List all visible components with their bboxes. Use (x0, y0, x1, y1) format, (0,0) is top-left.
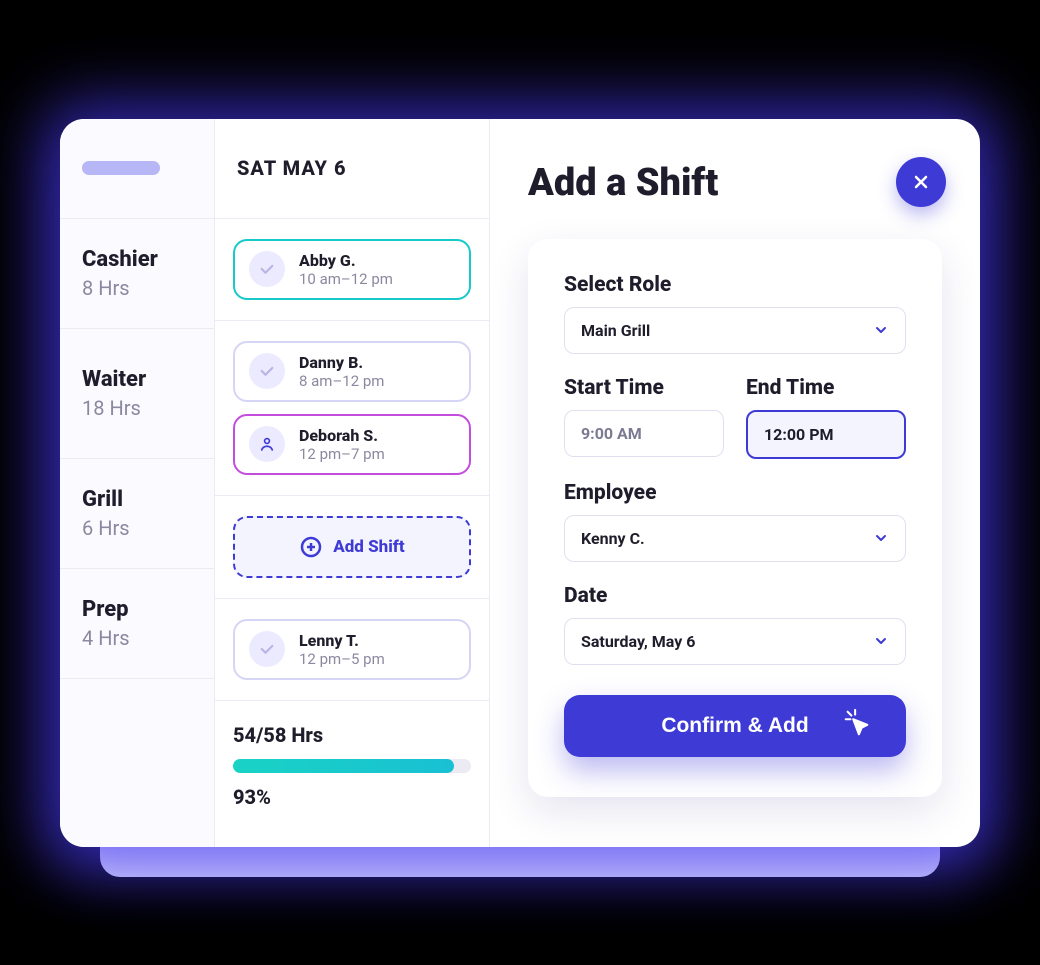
date-select[interactable]: Saturday, May 6 (564, 618, 906, 665)
shift-card[interactable]: Deborah S. 12 pm–7 pm (233, 414, 471, 475)
start-time-value: 9:00 AM (581, 424, 642, 443)
shift-time: 8 am–12 pm (299, 372, 384, 390)
role-hours: 4 Hrs (82, 626, 192, 650)
shift-name: Danny B. (299, 353, 384, 372)
schedule-grid: Cashier 8 Hrs Waiter 18 Hrs Grill 6 Hrs … (60, 119, 490, 847)
role-hours: 18 Hrs (82, 396, 192, 420)
shift-time: 12 pm–5 pm (299, 650, 385, 668)
end-time-input[interactable]: 12:00 PM (746, 410, 906, 459)
employee-select[interactable]: Kenny C. (564, 515, 906, 562)
add-shift-button[interactable]: Add Shift (233, 516, 471, 578)
date-label: Date (564, 584, 906, 608)
progress-bar (233, 759, 471, 773)
role-waiter[interactable]: Waiter 18 Hrs (60, 329, 214, 459)
shift-time: 10 am–12 pm (299, 270, 393, 288)
role-value: Main Grill (581, 321, 650, 340)
day-cell-grill: Add Shift (215, 496, 489, 599)
hours-summary: 54/58 Hrs 93% (215, 701, 489, 841)
check-icon (249, 251, 285, 287)
chevron-down-icon (873, 633, 889, 649)
role-select[interactable]: Main Grill (564, 307, 906, 354)
scheduling-card: Cashier 8 Hrs Waiter 18 Hrs Grill 6 Hrs … (60, 119, 980, 847)
shift-name: Deborah S. (299, 426, 385, 445)
roles-header (60, 119, 214, 219)
date-value: Saturday, May 6 (581, 632, 695, 651)
role-name: Prep (82, 597, 192, 622)
summary-ratio: 54/58 Hrs (233, 723, 471, 747)
day-cell-waiter: Danny B. 8 am–12 pm Deborah S. 12 pm–7 p… (215, 321, 489, 496)
end-time-value: 12:00 PM (764, 425, 834, 444)
plus-circle-icon (299, 535, 323, 559)
role-cashier[interactable]: Cashier 8 Hrs (60, 219, 214, 329)
role-hours: 8 Hrs (82, 276, 192, 300)
close-button[interactable] (896, 157, 946, 207)
check-icon (249, 631, 285, 667)
progress-fill (233, 759, 454, 773)
shift-card[interactable]: Lenny T. 12 pm–5 pm (233, 619, 471, 680)
role-name: Grill (82, 487, 192, 512)
role-name: Cashier (82, 247, 192, 272)
day-cell-prep: Lenny T. 12 pm–5 pm (215, 599, 489, 701)
shift-name: Lenny T. (299, 631, 385, 650)
confirm-label: Confirm & Add (661, 714, 808, 738)
panel-title: Add a Shift (528, 161, 942, 205)
check-icon (249, 353, 285, 389)
day-label: SAT MAY 6 (237, 156, 347, 180)
add-shift-panel: Add a Shift Select Role Main Grill Start… (490, 119, 980, 847)
chevron-down-icon (873, 530, 889, 546)
chevron-down-icon (873, 322, 889, 338)
placeholder-pill (82, 161, 160, 175)
confirm-add-button[interactable]: Confirm & Add (564, 695, 906, 757)
shift-form: Select Role Main Grill Start Time 9:00 A… (528, 239, 942, 797)
shift-time: 12 pm–7 pm (299, 445, 385, 463)
end-time-label: End Time (746, 376, 906, 400)
shift-card[interactable]: Abby G. 10 am–12 pm (233, 239, 471, 300)
role-grill[interactable]: Grill 6 Hrs (60, 459, 214, 569)
role-label: Select Role (564, 273, 906, 297)
shift-card[interactable]: Danny B. 8 am–12 pm (233, 341, 471, 402)
close-icon (911, 172, 931, 192)
shift-name: Abby G. (299, 251, 393, 270)
role-name: Waiter (82, 367, 192, 392)
start-time-label: Start Time (564, 376, 724, 400)
role-hours: 6 Hrs (82, 516, 192, 540)
roles-column: Cashier 8 Hrs Waiter 18 Hrs Grill 6 Hrs … (60, 119, 215, 847)
employee-label: Employee (564, 481, 906, 505)
day-header: SAT MAY 6 (215, 119, 489, 219)
role-prep[interactable]: Prep 4 Hrs (60, 569, 214, 679)
day-column: SAT MAY 6 Abby G. 10 am–12 pm (215, 119, 489, 847)
employee-value: Kenny C. (581, 529, 645, 548)
day-cell-cashier: Abby G. 10 am–12 pm (215, 219, 489, 321)
summary-percent: 93% (233, 785, 471, 809)
cursor-click-icon (842, 708, 872, 744)
person-icon (249, 426, 285, 462)
start-time-input[interactable]: 9:00 AM (564, 410, 724, 457)
add-shift-label: Add Shift (333, 537, 404, 557)
